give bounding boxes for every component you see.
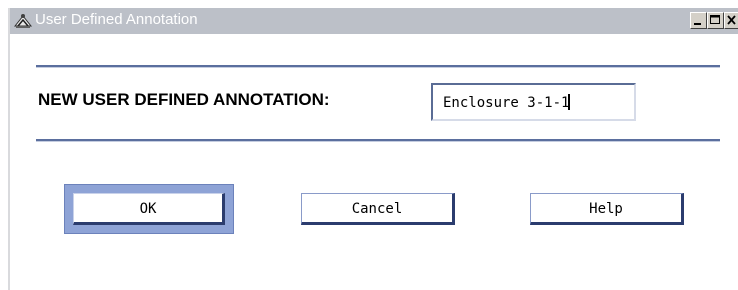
text-cursor xyxy=(568,94,571,110)
annotation-label: NEW USER DEFINED ANNOTATION: xyxy=(38,90,330,109)
app-logo-icon xyxy=(13,12,33,30)
annotation-dialog: User Defined Annotation NEW USER DEFINED… xyxy=(0,0,738,290)
cancel-button[interactable]: Cancel xyxy=(301,193,455,225)
window-title: User Defined Annotation xyxy=(35,11,198,28)
close-icon xyxy=(727,15,736,25)
annotation-input-value: Enclosure 3-1-1 xyxy=(443,95,570,111)
help-button[interactable]: Help xyxy=(530,193,684,225)
close-button[interactable] xyxy=(724,12,738,29)
annotation-input[interactable]: Enclosure 3-1-1 xyxy=(431,83,636,121)
title-bar[interactable]: User Defined Annotation xyxy=(10,8,738,34)
maximize-button[interactable] xyxy=(707,12,724,29)
window-border xyxy=(8,8,10,290)
minimize-icon xyxy=(694,23,701,25)
maximize-icon xyxy=(710,15,720,24)
ok-button[interactable]: OK xyxy=(73,193,225,225)
top-separator xyxy=(36,65,720,68)
minimize-button[interactable] xyxy=(690,12,707,29)
bottom-separator xyxy=(36,139,720,142)
